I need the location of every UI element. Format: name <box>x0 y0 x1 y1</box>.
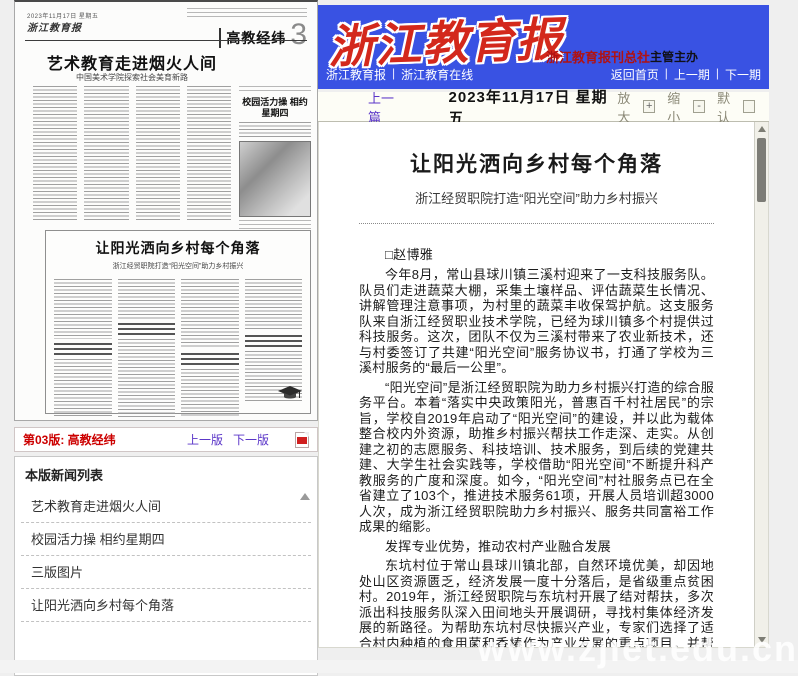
preview-section-label: 高教经纬 <box>226 28 286 48</box>
zoom-out-label: 缩小 <box>667 88 691 126</box>
preview-photo <box>239 141 311 217</box>
supervisor-label: 主管主办 <box>650 48 698 65</box>
empty-box-icon <box>743 100 755 113</box>
preview-right-column: 校园活力操 相约星期四 <box>239 86 311 238</box>
plus-icon: + <box>643 100 655 113</box>
zoom-in-button[interactable]: 放大 + <box>617 88 655 126</box>
reset-zoom-button[interactable]: 默认 <box>717 88 755 126</box>
newsprint-columns <box>54 279 302 417</box>
pdf-icon[interactable] <box>295 432 309 448</box>
preview-page-number: 3 <box>290 22 307 48</box>
prev-page-link[interactable]: 上一版 <box>187 431 223 448</box>
minus-icon: - <box>693 100 705 113</box>
separator: | <box>392 66 395 83</box>
article-title: 让阳光洒向乡村每个角落 <box>359 148 714 178</box>
newsprint-text-block <box>187 86 231 222</box>
article-body: 今年8月，常山县球川镇三溪村迎来了一支科技服务队。队员们走进蔬菜大棚，采集土壤样… <box>359 267 714 647</box>
divider <box>25 40 307 41</box>
newsprint-text-block <box>136 86 180 222</box>
newsprint-text-block <box>187 8 307 20</box>
prev-article-link[interactable]: 上一篇 <box>368 88 405 126</box>
news-list-item[interactable]: 艺术教育走进烟火人间 <box>21 490 311 523</box>
news-list-item[interactable]: 三版图片 <box>21 556 311 589</box>
preview-subtitle-main: 中国美术学院探索社会美育新路 <box>33 72 231 83</box>
newsprint-text-block <box>118 279 176 417</box>
zoom-out-button[interactable]: 缩小 - <box>667 88 705 126</box>
article-content: 让阳光洒向乡村每个角落 浙江经贸职院打造“阳光空间”助力乡村振兴 □赵博雅 今年… <box>319 122 768 647</box>
preview-box-subtitle: 浙江经贸职院打造“阳光空间”助力乡村振兴 <box>46 261 310 271</box>
article-subtitle: 浙江经贸职院打造“阳光空间”助力乡村振兴 <box>359 188 714 207</box>
newsprint-text-block <box>54 279 112 417</box>
page-nav-bar: 第03版: 高教经纬 上一版 下一版 <box>14 427 318 452</box>
article-paragraph: “阳光空间”是浙江经贸职院为助力乡村振兴打造的综合服务平台。本着“落实中央政策阳… <box>359 380 714 535</box>
news-list-title: 本版新闻列表 <box>15 457 317 490</box>
divider <box>359 223 714 224</box>
divider <box>219 28 221 48</box>
link-previous-issue[interactable]: 上一期 <box>674 66 710 83</box>
news-list-item[interactable]: 让阳光洒向乡村每个角落 <box>21 589 311 622</box>
preview-masthead: 浙江教育报 <box>27 19 82 34</box>
preview-headline-main: 艺术教育走进烟火人间 <box>33 50 231 74</box>
article-paragraph: 发挥专业优势，推动农村产业融合发展 <box>359 539 714 555</box>
preview-header-right: 高教经纬 3 <box>187 8 307 48</box>
link-zhejiang-education-news[interactable]: 浙江教育报 <box>326 66 386 83</box>
newsprint-text-block <box>33 86 77 222</box>
article-toolbar: 上一篇 2023年11月17日 星期 五 放大 + 缩小 - 默认 <box>318 92 769 122</box>
agency-label: 浙江教育报刊总社 <box>546 47 650 66</box>
article-paragraph: 今年8月，常山县球川镇三溪村迎来了一支科技服务队。队员们走进蔬菜大棚，采集土壤样… <box>359 267 714 376</box>
scroll-up-icon[interactable] <box>300 493 310 500</box>
newsprint-text-block <box>239 122 311 138</box>
news-list-panel: 本版新闻列表 艺术教育走进烟火人间 校园活力操 相约星期四 三版图片 让阳光洒向… <box>14 456 318 676</box>
preview-boxed-article: 让阳光洒向乡村每个角落 浙江经贸职院打造“阳光空间”助力乡村振兴 <box>45 230 311 414</box>
page-nav-label: 第03版: 高教经纬 <box>23 431 116 448</box>
site-watermark: www.zjiet.edu.cn <box>477 628 798 670</box>
newsprint-text-block <box>84 86 128 222</box>
link-zhejiang-education-online[interactable]: 浙江教育在线 <box>401 66 473 83</box>
preview-box-headline: 让阳光洒向乡村每个角落 <box>46 238 310 258</box>
scrollbar-thumb[interactable] <box>757 138 766 202</box>
newsprint-text-block <box>239 86 311 94</box>
article-panel: 让阳光洒向乡村每个角落 浙江经贸职院打造“阳光空间”助力乡村振兴 □赵博雅 今年… <box>318 122 769 648</box>
article-author: □赵博雅 <box>359 244 714 263</box>
separator: | <box>716 66 719 83</box>
link-next-issue[interactable]: 下一期 <box>725 66 761 83</box>
preview-headline-right: 校园活力操 相约星期四 <box>239 97 311 119</box>
reset-label: 默认 <box>717 88 741 126</box>
newsprint-columns <box>33 86 231 222</box>
next-page-link[interactable]: 下一版 <box>233 431 269 448</box>
news-list: 艺术教育走进烟火人间 校园活力操 相约星期四 三版图片 让阳光洒向乡村每个角落 <box>15 490 317 622</box>
link-back-home[interactable]: 返回首页 <box>611 66 659 83</box>
scrollbar[interactable] <box>754 122 768 647</box>
scroll-up-icon[interactable] <box>755 122 768 136</box>
graduation-cap-icon <box>278 386 302 407</box>
newspaper-page-preview[interactable]: 2023年11月17日 星期五 浙江教育报 高教经纬 3 艺术教育走进烟火人间 … <box>14 0 318 421</box>
news-list-item[interactable]: 校园活力操 相约星期四 <box>21 523 311 556</box>
header-links: 浙江教育报 | 浙江教育在线 返回首页 | 上一期 | 下一期 <box>326 66 761 83</box>
newsprint-text-block <box>181 279 239 417</box>
zoom-in-label: 放大 <box>617 88 641 126</box>
site-header: 浙江教育报 浙江教育报刊总社 主管主办 浙江教育报 | 浙江教育在线 返回首页 … <box>318 5 769 89</box>
separator: | <box>665 66 668 83</box>
